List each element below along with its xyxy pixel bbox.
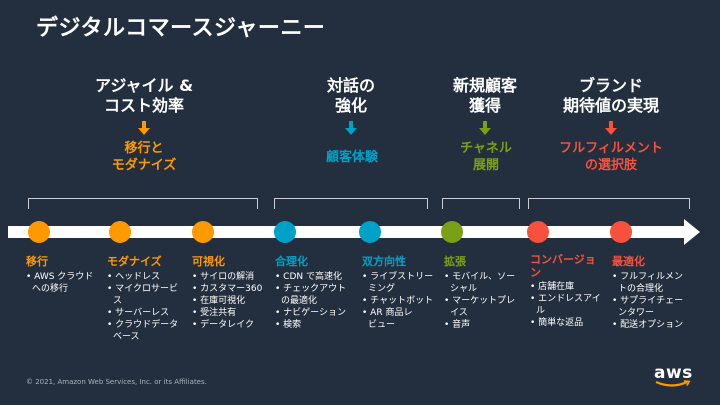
stage-optimize: 最適化 フルフィルメン トの合理化 サプライチェー ンタワー 配送オプション — [612, 253, 696, 331]
list-item: ナビゲーション — [275, 307, 359, 319]
group-sub-cx: 顧客体験 — [325, 150, 378, 165]
stage-migrate: 移行 AWS クラウド への移行 — [26, 253, 106, 295]
list-item: 受注共有 — [192, 307, 274, 319]
stage-modernize: モダナイズ ヘッドレス マイクロサービ ス サーバーレス クラウドデータ ベース — [107, 253, 191, 343]
page-title: デジタルコマースジャーニー — [36, 16, 326, 41]
stage-expand: 拡張 モバイル、ソー シャル マーケットプレ イス 音声 — [444, 253, 528, 331]
stage-conversion: コンバージョ ン 店舗在庫 エンドレスアイ ル 簡単な返品 — [530, 253, 612, 329]
arrow-down-icon — [479, 121, 491, 135]
group-sub-channel: チャネル 展開 — [460, 141, 512, 173]
list-item: ヘッドレス — [107, 271, 191, 283]
stage-title: 可視化 — [192, 255, 225, 268]
copyright: © 2021, Amazon Web Services, Inc. or its… — [26, 378, 207, 386]
list-item: チャットボット — [362, 295, 444, 307]
stage-title: 双方向性 — [362, 255, 406, 268]
stage-interactive: 双方向性 ライブストリー ミング チャットボット AR 商品レ ビュー — [362, 253, 444, 331]
group-bracket — [528, 198, 690, 209]
stage-title: コンバージョ ン — [530, 253, 596, 279]
stage-dot — [28, 221, 50, 243]
list-item: 簡単な返品 — [530, 317, 612, 329]
stage-title: 移行 — [26, 255, 48, 268]
list-item: エンドレスアイ ル — [530, 293, 612, 317]
list-item: 店舗在庫 — [530, 281, 612, 293]
list-item: 在庫可視化 — [192, 295, 274, 307]
stage-dot — [192, 221, 214, 243]
list-item: 配送オプション — [612, 319, 696, 331]
list-item: データレイク — [192, 319, 274, 331]
list-item: モバイル、ソー シャル — [444, 271, 528, 295]
stage-streamline: 合理化 CDN で高速化 チェックアウト の最適化 ナビゲーション 検索 — [275, 253, 359, 331]
group-heading-brand: ブランド 期待値の実現 — [562, 76, 659, 115]
list-item: サイロの解消 — [192, 271, 274, 283]
group-heading-agility: アジャイル & コスト効率 — [94, 76, 194, 115]
group-heading-acquisition: 新規顧客 獲得 — [452, 76, 517, 115]
stage-dot — [109, 221, 131, 243]
group-sub-migrate-modernize: 移行と モダナイズ — [111, 141, 177, 173]
stage-title: 拡張 — [444, 255, 466, 268]
stage-dot — [359, 221, 381, 243]
arrow-down-icon — [345, 121, 357, 135]
aws-logo-text: aws — [654, 363, 693, 383]
group-heading-engagement: 対話の 強化 — [326, 76, 375, 115]
list-item: カスタマー360 — [192, 283, 274, 295]
list-item: ライブストリー ミング — [362, 271, 444, 295]
stage-dot — [527, 221, 549, 243]
timeline-arrow-icon — [684, 219, 700, 245]
list-item: サーバーレス — [107, 307, 191, 319]
list-item: マーケットプレ イス — [444, 295, 528, 319]
group-bracket — [28, 198, 258, 209]
list-item: 検索 — [275, 319, 359, 331]
group-bracket — [442, 198, 520, 209]
stage-title: 合理化 — [275, 255, 308, 268]
stage-title: モダナイズ — [107, 255, 162, 268]
list-item: チェックアウト の最適化 — [275, 283, 359, 307]
list-item: フルフィルメン トの合理化 — [612, 271, 696, 295]
list-item: AWS クラウド への移行 — [26, 271, 106, 295]
stage-dot — [274, 221, 296, 243]
arrow-down-icon — [138, 121, 150, 135]
arrow-down-icon — [605, 121, 617, 135]
list-item: AR 商品レ ビュー — [362, 307, 444, 331]
stage-visualize: 可視化 サイロの解消 カスタマー360 在庫可視化 受注共有 データレイク — [192, 253, 274, 331]
group-sub-fulfillment: フルフィルメント の選択肢 — [559, 141, 663, 173]
group-bracket — [274, 198, 428, 209]
stage-dot — [610, 221, 632, 243]
list-item: サプライチェー ンタワー — [612, 295, 696, 319]
list-item: マイクロサービ ス — [107, 283, 191, 307]
stage-title: 最適化 — [612, 255, 645, 268]
aws-logo: aws — [654, 363, 693, 388]
list-item: 音声 — [444, 319, 528, 331]
list-item: クラウドデータ ベース — [107, 319, 191, 343]
stage-dot — [441, 221, 463, 243]
list-item: CDN で高速化 — [275, 271, 359, 283]
